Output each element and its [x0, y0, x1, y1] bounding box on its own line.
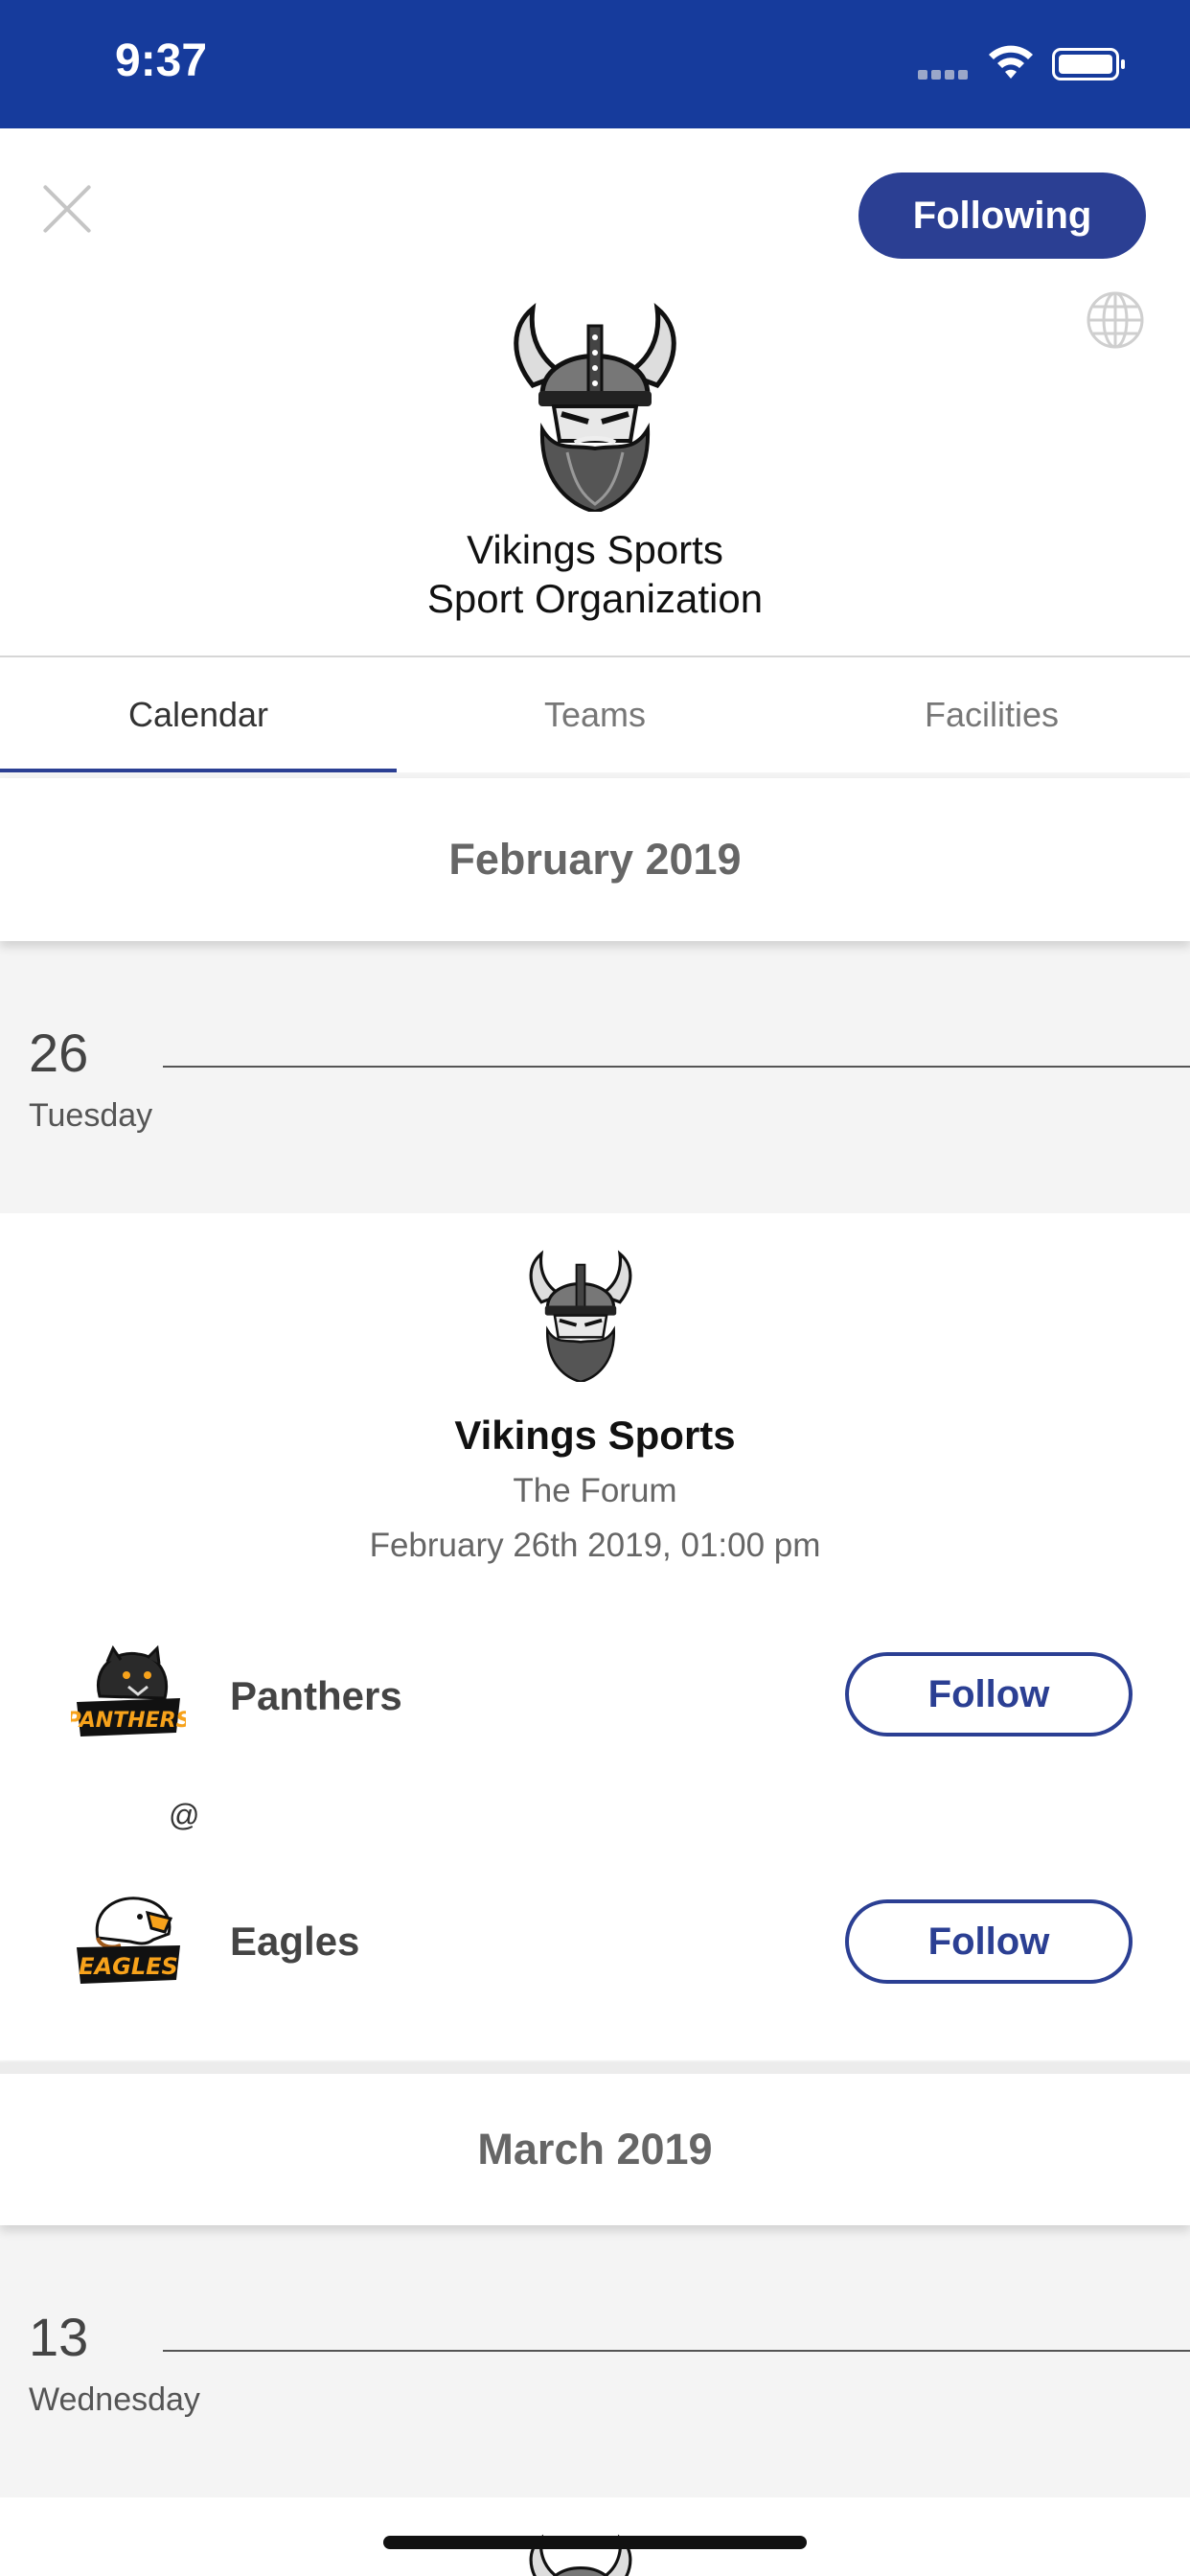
event-datetime: February 26th 2019, 01:00 pm — [369, 1527, 821, 1564]
following-button[interactable]: Following — [858, 172, 1146, 259]
close-button[interactable] — [38, 180, 96, 238]
globe-icon[interactable] — [1085, 289, 1146, 351]
day-weekday: Wednesday — [29, 2381, 200, 2418]
wifi-icon — [989, 45, 1033, 79]
tab-bar: Calendar Teams Facilities — [0, 656, 1190, 772]
panthers-logo: PANTHERS — [71, 1644, 186, 1736]
team-name: Panthers — [230, 1673, 402, 1718]
status-time: 9:37 — [115, 35, 208, 86]
vikings-logo — [514, 303, 676, 512]
organization-type: Sport Organization — [426, 576, 764, 621]
versus-separator: @ — [169, 1798, 200, 1832]
month-header: March 2019 — [0, 2062, 1190, 2225]
signal-icon — [918, 67, 973, 80]
status-bar: 9:37 — [0, 0, 1190, 128]
tab-teams[interactable]: Teams — [397, 657, 793, 772]
follow-button[interactable]: Follow — [845, 1652, 1133, 1736]
eagles-logo: EAGLES — [77, 1897, 180, 1984]
team-name: Eagles — [230, 1919, 360, 1964]
day-number: 13 — [29, 2307, 89, 2367]
tab-facilities[interactable]: Facilities — [793, 657, 1190, 772]
event-host: Vikings Sports — [454, 1413, 736, 1458]
day-number: 26 — [29, 1023, 89, 1083]
active-tab-indicator — [0, 769, 397, 772]
organization-name: Vikings Sports — [467, 527, 723, 572]
event-venue: The Forum — [513, 1472, 677, 1509]
day-weekday: Tuesday — [29, 1097, 153, 1134]
month-header: February 2019 — [0, 778, 1190, 941]
vikings-logo — [529, 1250, 632, 1382]
home-indicator — [383, 2536, 807, 2549]
tab-calendar[interactable]: Calendar — [0, 657, 397, 772]
day-divider — [163, 2350, 1190, 2352]
svg-text:PANTHERS: PANTHERS — [71, 1709, 186, 1733]
day-divider — [163, 1066, 1190, 1068]
follow-button[interactable]: Follow — [845, 1899, 1133, 1984]
battery-icon — [1052, 48, 1125, 80]
svg-text:EAGLES: EAGLES — [79, 1953, 178, 1980]
